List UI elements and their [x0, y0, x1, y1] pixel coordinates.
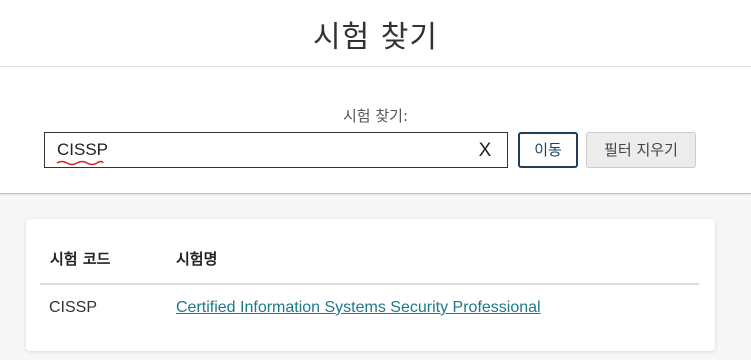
results-table: 시험 코드 시험명 CISSP Certified Information Sy…	[26, 219, 715, 351]
exam-code-cell: CISSP	[49, 299, 98, 316]
clear-filter-button[interactable]: 필터 지우기	[586, 132, 696, 168]
search-input[interactable]	[57, 133, 467, 167]
column-header-exam-code: 시험 코드	[50, 250, 111, 268]
page-title: 시험 찾기	[313, 20, 438, 55]
column-header-exam-name: 시험명	[176, 250, 218, 268]
search-box[interactable]: X	[44, 132, 508, 168]
go-button[interactable]: 이동	[518, 132, 578, 168]
spellcheck-underline	[56, 160, 104, 166]
exam-name-link[interactable]: Certified Information Systems Security P…	[176, 299, 541, 317]
search-label: 시험 찾기:	[342, 107, 409, 125]
search-panel: 시험 찾기: X 이동 필터 지우기	[0, 67, 751, 194]
header-divider	[40, 283, 699, 285]
clear-search-button[interactable]: X	[477, 139, 493, 163]
page-header: 시험 찾기	[0, 0, 751, 67]
